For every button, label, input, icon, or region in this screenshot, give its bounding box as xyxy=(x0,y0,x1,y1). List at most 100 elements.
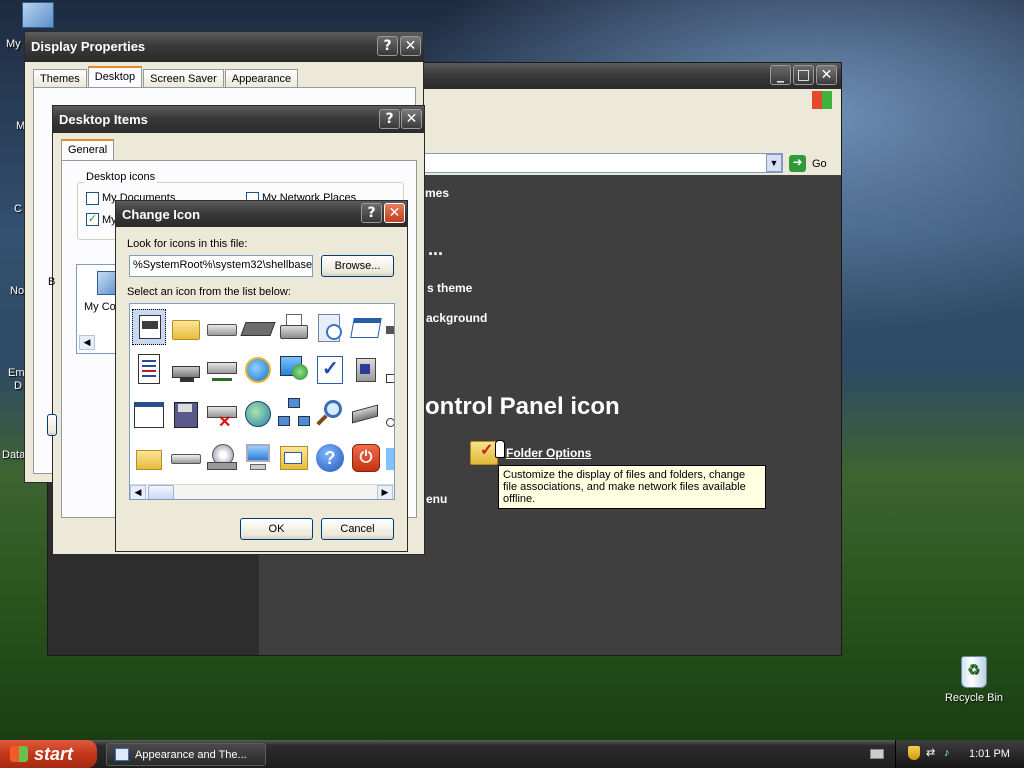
dvd-drive-icon[interactable] xyxy=(206,442,238,474)
desktop-items-titlebar[interactable]: Desktop Items ? ✕ xyxy=(53,106,424,133)
ok-button[interactable]: OK xyxy=(240,518,313,540)
close-button[interactable]: ✕ xyxy=(384,203,405,223)
partial-icon[interactable] xyxy=(386,354,394,386)
scroll-left-button[interactable]: ◀ xyxy=(79,335,95,350)
hardware-icon[interactable] xyxy=(350,398,382,430)
category-link: ... xyxy=(428,239,444,259)
network-globe-icon[interactable] xyxy=(278,354,310,386)
clock[interactable]: 1:01 PM xyxy=(969,748,1010,760)
my-computer-icon[interactable] xyxy=(242,442,274,474)
start-button[interactable]: start xyxy=(0,740,97,768)
network-connection-icon[interactable]: ⇄ xyxy=(926,747,940,759)
display-properties-titlebar[interactable]: Display Properties ? ✕ xyxy=(25,32,423,62)
system-tray: ⇄ ♪ 1:01 PM xyxy=(895,740,1024,768)
tab-strip: Themes Desktop Screen Saver Appearance xyxy=(33,66,299,87)
group-title: Desktop icons xyxy=(84,171,158,183)
tab-screen-saver[interactable]: Screen Saver xyxy=(143,69,224,87)
desktop-label[interactable]: Em xyxy=(8,367,25,379)
go-button-label[interactable]: Go xyxy=(812,158,827,170)
partial-icon[interactable] xyxy=(386,398,394,430)
icon-list[interactable]: ✓ ✕ ? ⏻ ◀ ▶ xyxy=(129,303,395,500)
file-path-value: %SystemRoot%\system32\shellbase xyxy=(133,259,313,271)
network-drive-icon[interactable] xyxy=(170,354,202,386)
partial-button[interactable] xyxy=(47,414,57,436)
printer-icon[interactable] xyxy=(278,312,310,344)
checklist-icon[interactable]: ✓ xyxy=(314,354,346,386)
desktop-label[interactable]: C xyxy=(14,203,22,215)
close-button[interactable]: ✕ xyxy=(401,109,422,129)
windows-flag-icon xyxy=(10,746,28,762)
close-button[interactable]: ✕ xyxy=(400,36,421,56)
disconnected-drive-icon[interactable]: ✕ xyxy=(206,398,238,431)
desktop-label[interactable]: D xyxy=(14,380,22,392)
scroll-left-button[interactable]: ◀ xyxy=(130,485,146,499)
tab-general[interactable]: General xyxy=(61,139,115,160)
cd-drive-icon[interactable] xyxy=(350,354,382,386)
internet-explorer-icon[interactable] xyxy=(242,354,274,386)
system-app-icon[interactable] xyxy=(132,309,166,345)
memory-chip-icon[interactable] xyxy=(240,312,276,344)
go-arrow-icon[interactable]: ➜ xyxy=(789,155,806,172)
document-icon[interactable] xyxy=(134,354,166,386)
network-icon[interactable] xyxy=(278,398,310,430)
desktop-label[interactable]: No xyxy=(10,285,24,297)
scroll-right-button[interactable]: ▶ xyxy=(377,485,393,499)
blank-window-icon[interactable] xyxy=(134,398,166,430)
cancel-button[interactable]: Cancel xyxy=(321,518,394,540)
folder-options-link[interactable]: Folder Options xyxy=(506,446,591,460)
shutdown-icon[interactable]: ⏻ xyxy=(350,442,382,474)
search-magnifier-icon[interactable] xyxy=(314,398,346,430)
window-title: Display Properties xyxy=(31,39,146,54)
category-link[interactable]: enu xyxy=(426,492,447,506)
category-link[interactable]: mes xyxy=(425,186,449,200)
desktop-label[interactable]: My xyxy=(6,38,21,50)
help-icon[interactable]: ? xyxy=(314,442,346,474)
change-icon-titlebar[interactable]: Change Icon ? ✕ xyxy=(116,201,407,227)
network-share-icon[interactable] xyxy=(206,354,238,386)
removable-drive-icon[interactable] xyxy=(170,442,202,474)
volume-icon[interactable]: ♪ xyxy=(944,747,956,759)
my-computer-checkbox[interactable]: ✓ xyxy=(86,213,99,226)
drive-icon[interactable] xyxy=(206,312,238,344)
my-computer-desktop-icon[interactable] xyxy=(22,2,54,28)
horizontal-scrollbar[interactable]: ◀ ▶ xyxy=(130,484,394,499)
window-title: Change Icon xyxy=(122,207,201,222)
recycle-bin-label: Recycle Bin xyxy=(944,692,1004,704)
partial-icon[interactable] xyxy=(386,312,394,344)
help-button[interactable]: ? xyxy=(361,203,382,223)
folder-icon[interactable] xyxy=(170,312,202,344)
recycle-bin-desktop-icon[interactable]: Recycle Bin xyxy=(944,656,1004,704)
browse-button[interactable]: Browse... xyxy=(321,255,394,277)
control-panel-icon[interactable] xyxy=(278,442,310,474)
minimize-button[interactable]: _ xyxy=(770,65,791,85)
close-button[interactable]: ✕ xyxy=(816,65,837,85)
taskbar: start Appearance and The... ⇄ ♪ 1:01 PM xyxy=(0,740,1024,768)
partial-icon[interactable] xyxy=(386,442,394,474)
floppy-disk-icon[interactable] xyxy=(170,398,202,430)
select-label: Select an icon from the list below: xyxy=(127,286,291,298)
file-path-input[interactable]: %SystemRoot%\system32\shellbase xyxy=(129,255,313,277)
help-button[interactable]: ? xyxy=(379,109,400,129)
change-background-link[interactable]: ackground xyxy=(426,311,487,325)
scroll-thumb[interactable] xyxy=(148,485,174,499)
taskbar-button-appearance[interactable]: Appearance and The... xyxy=(106,743,266,766)
help-button[interactable]: ? xyxy=(377,36,398,56)
window-icon[interactable] xyxy=(350,312,382,344)
address-dropdown-button[interactable]: ▼ xyxy=(766,154,782,172)
maximize-button[interactable]: □ xyxy=(793,65,814,85)
open-folder-icon[interactable] xyxy=(134,442,166,474)
tab-themes[interactable]: Themes xyxy=(33,69,87,87)
security-shield-icon[interactable] xyxy=(908,746,920,760)
desktop-label[interactable]: Data xyxy=(2,449,25,461)
change-theme-link[interactable]: s theme xyxy=(427,281,472,295)
change-icon-dialog: Change Icon ? ✕ Look for icons in this f… xyxy=(115,200,408,552)
tab-desktop[interactable]: Desktop xyxy=(87,66,143,87)
globe-icon[interactable] xyxy=(242,398,274,430)
start-label: start xyxy=(34,744,74,764)
side-label: B xyxy=(48,276,56,288)
keyboard-icon[interactable] xyxy=(870,749,884,759)
scheduled-tasks-icon[interactable] xyxy=(314,312,346,344)
tab-appearance[interactable]: Appearance xyxy=(224,69,299,87)
checkmark-icon: ✓ xyxy=(480,442,494,459)
my-documents-checkbox[interactable] xyxy=(86,192,99,205)
